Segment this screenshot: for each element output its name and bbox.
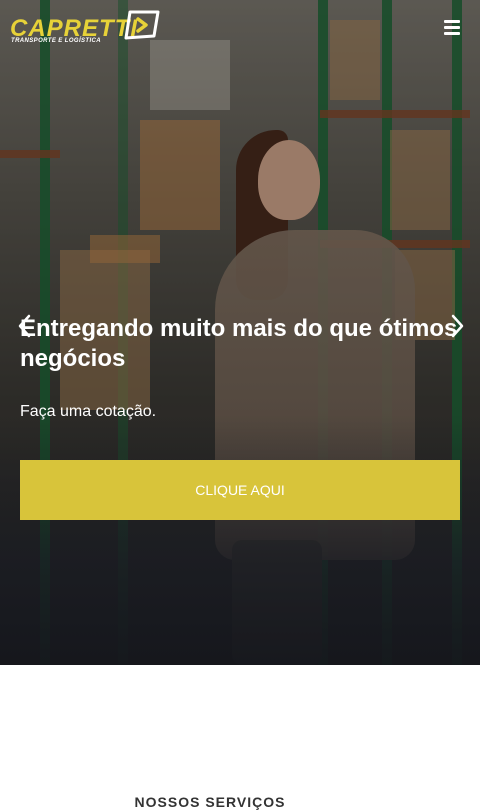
services-heading: NOSSOS SERVIÇOS [134,794,286,810]
hero-subtitle: Faça uma cotação. [20,403,157,420]
hero-slider: CAPRETTI TRANSPORTE E LOGÍSTICA Entregan… [0,0,480,665]
hero-title: Entregando muito mais do que ótimos negó… [20,315,458,372]
site-header: CAPRETTI TRANSPORTE E LOGÍSTICA [0,0,480,58]
hamburger-icon[interactable] [444,20,460,36]
cta-button[interactable]: Clique aqui [20,460,460,520]
brand-logo[interactable]: CAPRETTI TRANSPORTE E LOGÍSTICA [10,10,162,46]
logo-arrow-icon [124,10,160,40]
logo-tagline: TRANSPORTE E LOGÍSTICA [11,38,102,44]
